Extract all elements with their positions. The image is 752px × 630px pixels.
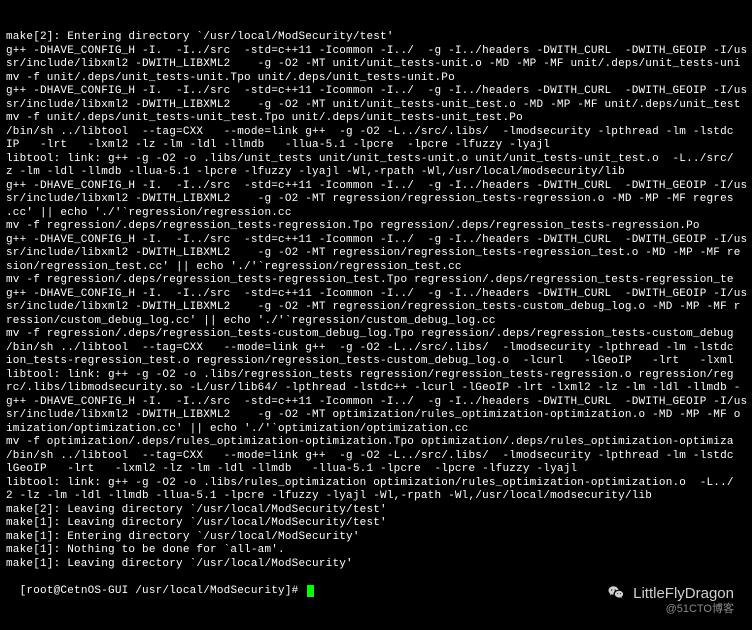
terminal-line: imization/optimization.cc' || echo './'`… bbox=[6, 423, 746, 437]
terminal-line: sr/include/libxml2 -DWITH_LIBXML2 -g -O2… bbox=[6, 99, 746, 113]
terminal-line: libtool: link: g++ -g -O2 -o .libs/unit_… bbox=[6, 153, 746, 167]
terminal-line: mv -f regression/.deps/regression_tests-… bbox=[6, 328, 746, 342]
terminal-line: make[2]: Entering directory `/usr/local/… bbox=[6, 31, 746, 45]
terminal-line: sr/include/libxml2 -DWITH_LIBXML2 -g -O2… bbox=[6, 247, 746, 261]
terminal-line: mv -f regression/.deps/regression_tests-… bbox=[6, 220, 746, 234]
watermark-name: LittleFlyDragon bbox=[633, 585, 734, 602]
terminal-line: mv -f unit/.deps/unit_tests-unit.Tpo uni… bbox=[6, 72, 746, 86]
terminal-line: sr/include/libxml2 -DWITH_LIBXML2 -g -O2… bbox=[6, 193, 746, 207]
terminal-line: g++ -DHAVE_CONFIG_H -I. -I../src -std=c+… bbox=[6, 288, 746, 302]
terminal-line: make[1]: Leaving directory `/usr/local/M… bbox=[6, 558, 746, 572]
terminal-line: libtool: link: g++ -g -O2 -o .libs/regre… bbox=[6, 369, 746, 383]
terminal-line: make[2]: Leaving directory `/usr/local/M… bbox=[6, 504, 746, 518]
terminal-line: 2 -lz -lm -ldl -llmdb -llua-5.1 -lpcre -… bbox=[6, 490, 746, 504]
terminal-line: g++ -DHAVE_CONFIG_H -I. -I../src -std=c+… bbox=[6, 234, 746, 248]
terminal-line: g++ -DHAVE_CONFIG_H -I. -I../src -std=c+… bbox=[6, 396, 746, 410]
shell-prompt[interactable]: [root@CetnOS-GUI /usr/local/ModSecurity]… bbox=[20, 585, 306, 597]
terminal-line: /bin/sh ../libtool --tag=CXX --mode=link… bbox=[6, 450, 746, 464]
terminal-line: /bin/sh ../libtool --tag=CXX --mode=link… bbox=[6, 126, 746, 140]
terminal-line: lGeoIP -lrt -lxml2 -lz -lm -ldl -llmdb -… bbox=[6, 463, 746, 477]
terminal-line: z -lm -ldl -llmdb -llua-5.1 -lpcre -lfuz… bbox=[6, 166, 746, 180]
terminal-line: mv -f optimization/.deps/rules_optimizat… bbox=[6, 436, 746, 450]
terminal-line: sion/regression_test.cc' || echo './'`re… bbox=[6, 261, 746, 275]
terminal-line: ion_tests-regression_test.o regression/r… bbox=[6, 355, 746, 369]
wechat-icon bbox=[605, 584, 627, 602]
terminal-line: mv -f regression/.deps/regression_tests-… bbox=[6, 274, 746, 288]
terminal-line: mv -f unit/.deps/unit_tests-unit_test.Tp… bbox=[6, 112, 746, 126]
terminal-line: sr/include/libxml2 -DWITH_LIBXML2 -g -O2… bbox=[6, 58, 746, 72]
terminal-line: /bin/sh ../libtool --tag=CXX --mode=link… bbox=[6, 342, 746, 356]
terminal-line: sr/include/libxml2 -DWITH_LIBXML2 -g -O2… bbox=[6, 409, 746, 423]
terminal-line: libtool: link: g++ -g -O2 -o .libs/rules… bbox=[6, 477, 746, 491]
terminal-line: g++ -DHAVE_CONFIG_H -I. -I../src -std=c+… bbox=[6, 45, 746, 59]
terminal-line: sr/include/libxml2 -DWITH_LIBXML2 -g -O2… bbox=[6, 301, 746, 315]
terminal-line: g++ -DHAVE_CONFIG_H -I. -I../src -std=c+… bbox=[6, 180, 746, 194]
terminal-line: g++ -DHAVE_CONFIG_H -I. -I../src -std=c+… bbox=[6, 85, 746, 99]
terminal-line: ression/custom_debug_log.cc' || echo './… bbox=[6, 315, 746, 329]
terminal-line: make[1]: Entering directory `/usr/local/… bbox=[6, 531, 746, 545]
terminal-line: IP -lrt -lxml2 -lz -lm -ldl -llmdb -llua… bbox=[6, 139, 746, 153]
cursor-block bbox=[307, 585, 314, 597]
terminal-line: rc/.libs/libmodsecurity.so -L/usr/lib64/… bbox=[6, 382, 746, 396]
terminal-line: make[1]: Nothing to be done for `all-am'… bbox=[6, 544, 746, 558]
terminal-output[interactable]: make[2]: Entering directory `/usr/local/… bbox=[0, 0, 752, 602]
watermark-sub: @51CTO博客 bbox=[666, 600, 734, 616]
terminal-line: make[1]: Leaving directory `/usr/local/M… bbox=[6, 517, 746, 531]
terminal-line: .cc' || echo './'`regression/regression.… bbox=[6, 207, 746, 221]
